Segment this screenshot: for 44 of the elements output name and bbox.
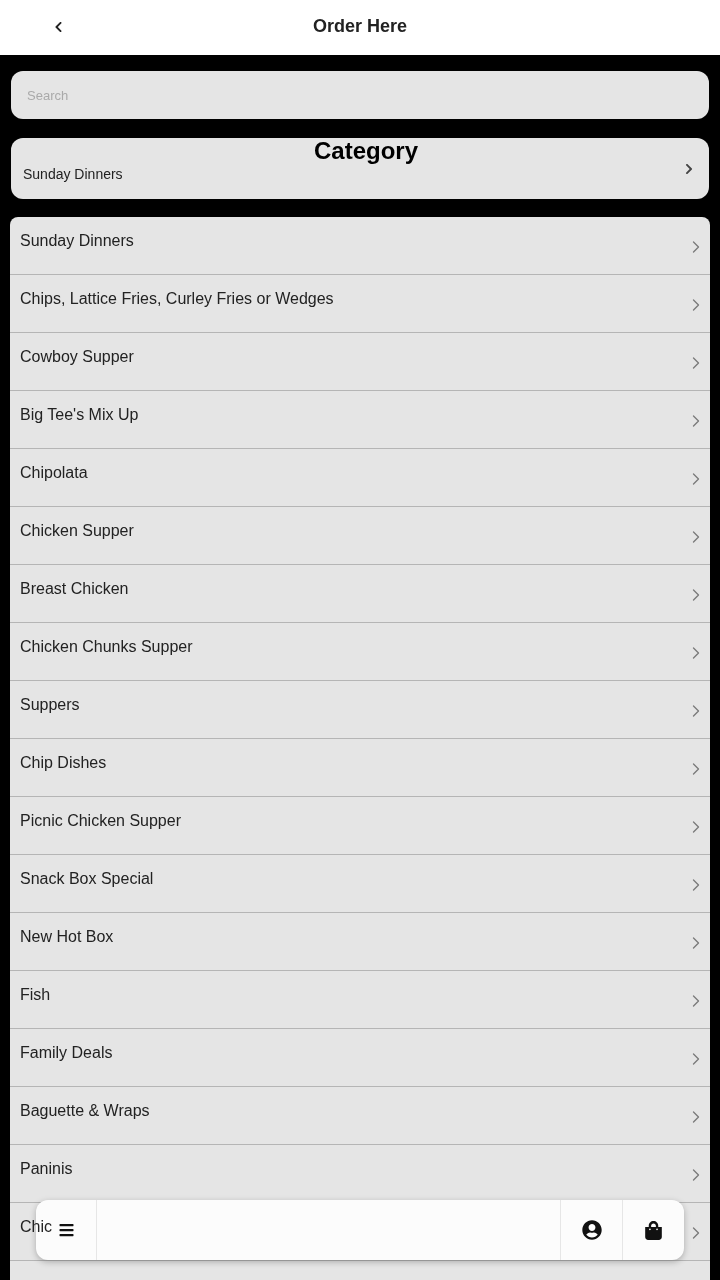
category-row[interactable]: Fish bbox=[10, 971, 710, 1029]
category-row[interactable]: Chipolata bbox=[10, 449, 710, 507]
category-row[interactable]: Chicken Chunks Supper bbox=[10, 623, 710, 681]
category-label: Sunday Dinners bbox=[20, 231, 134, 251]
category-label: Chips, Lattice Fries, Curley Fries or Wedges bbox=[20, 289, 334, 309]
category-label: Paninis bbox=[20, 1159, 73, 1179]
category-label: Chicken Chunks Supper bbox=[20, 637, 193, 657]
category-label: Chipolata bbox=[20, 463, 88, 483]
category-label: Picnic Chicken Supper bbox=[20, 811, 181, 831]
category-row[interactable]: Chicken Supper bbox=[10, 507, 710, 565]
category-label: Snack Box Special bbox=[20, 869, 154, 889]
category-row[interactable]: Family Deals bbox=[10, 1029, 710, 1087]
page-title: Order Here bbox=[312, 17, 407, 35]
category-row[interactable]: Chips, Lattice Fries, Curley Fries or Wedges bbox=[10, 275, 710, 333]
category-row[interactable]: Snack Box Special bbox=[10, 855, 710, 913]
category-label: Suppers bbox=[20, 695, 80, 715]
category-label: Baguette & Wraps bbox=[20, 1101, 150, 1121]
category-row[interactable]: Sunday Dinners bbox=[10, 217, 710, 275]
category-label: Chicken Supper bbox=[20, 521, 134, 541]
category-row[interactable]: Picnic Chicken Supper bbox=[10, 797, 710, 855]
category-label: Fish bbox=[20, 985, 51, 1005]
menu-icon bbox=[57, 1222, 75, 1238]
selected-category: Sunday Dinners bbox=[23, 165, 123, 183]
category-label: Cowboy Supper bbox=[20, 347, 134, 367]
category-row[interactable]: Suppers bbox=[10, 681, 710, 739]
search-field[interactable]: Search bbox=[11, 71, 709, 119]
category-row[interactable]: Baguette & Wraps bbox=[10, 1087, 710, 1145]
category-row[interactable]: Breast Chicken bbox=[10, 565, 710, 623]
category-row[interactable]: Big Tee's Mix Up bbox=[10, 391, 710, 449]
category-row[interactable]: New Hot Box bbox=[10, 913, 710, 971]
back-icon bbox=[53, 21, 63, 33]
chevron-right-icon bbox=[685, 163, 693, 175]
category-label: Family Deals bbox=[20, 1043, 113, 1063]
category-row[interactable]: Cowboy Supper bbox=[10, 333, 710, 391]
category-label: New Hot Box bbox=[20, 927, 114, 947]
category-label: Chip Dishes bbox=[20, 753, 107, 773]
user-icon bbox=[581, 1220, 602, 1240]
category-label: Breast Chicken bbox=[20, 579, 129, 599]
bag-icon bbox=[645, 1220, 662, 1240]
category-selector[interactable]: Category Sunday Dinners bbox=[11, 138, 709, 199]
category-heading: Category bbox=[314, 138, 418, 164]
category-label: Chic bbox=[20, 1217, 52, 1237]
category-label: Big Tee's Mix Up bbox=[20, 405, 139, 425]
category-row[interactable]: Chip Dishes bbox=[10, 739, 710, 797]
